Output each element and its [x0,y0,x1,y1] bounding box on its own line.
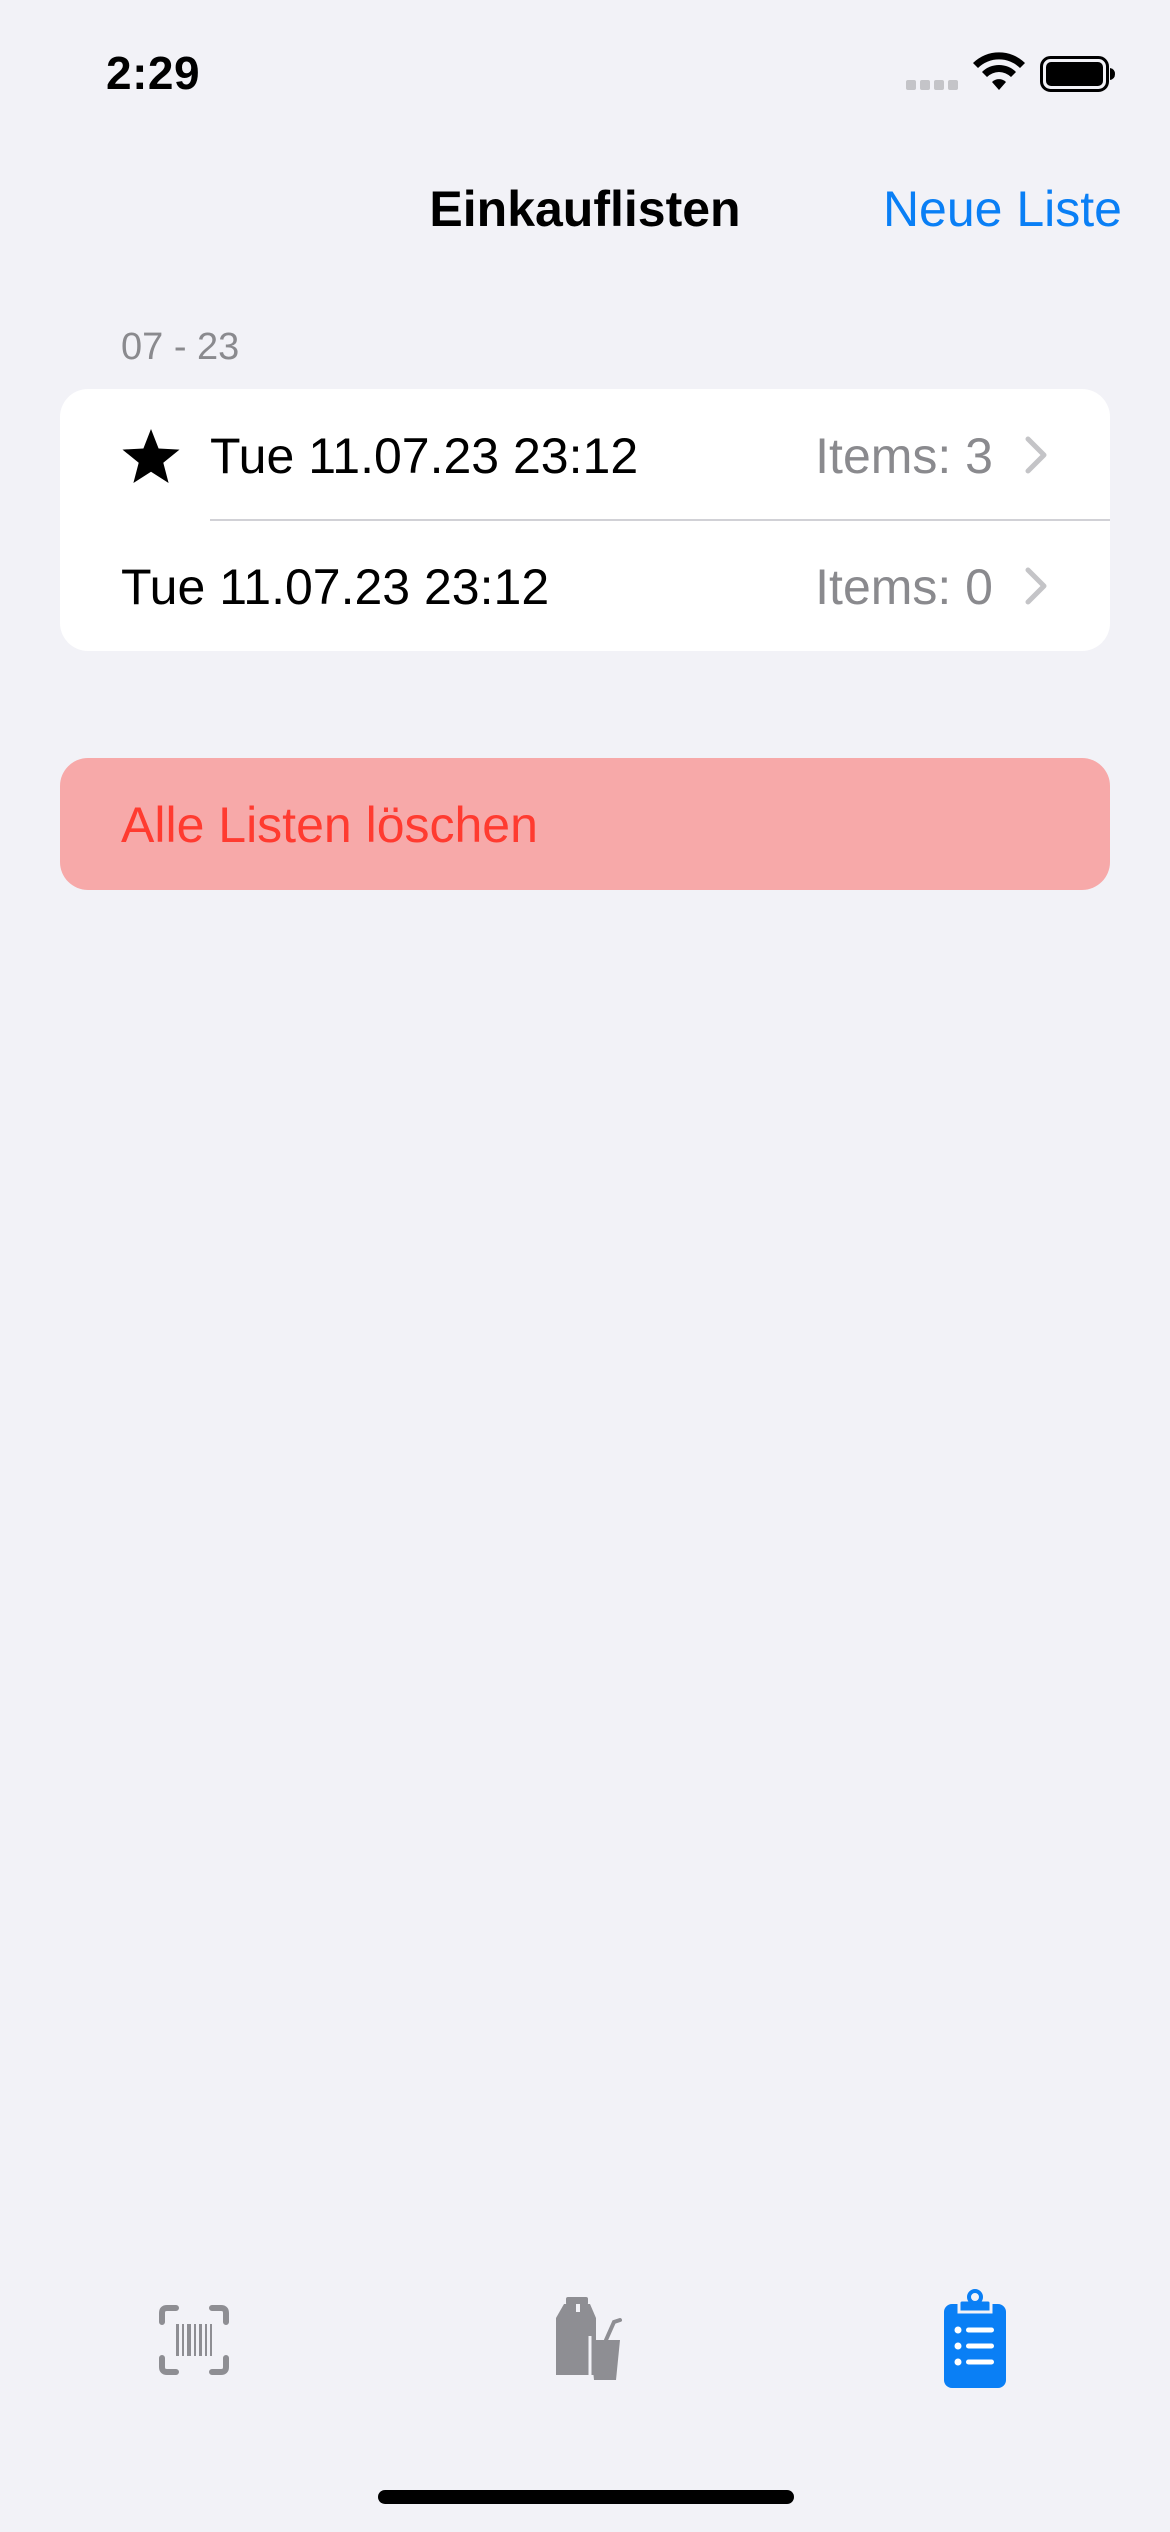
navigation-bar: Einkauflisten Neue Liste [0,160,1170,256]
star-icon [122,429,180,483]
delete-all-lists-label: Alle Listen löschen [121,797,538,853]
new-list-button[interactable]: Neue Liste [883,180,1122,238]
clipboard-list-icon [944,2289,1006,2388]
home-indicator [378,2490,794,2504]
wifi-icon [973,52,1025,90]
tab-shopping-lists[interactable] [914,2280,1034,2400]
status-time: 2:29 [106,47,201,99]
status-bar: 2:29 [0,0,1170,140]
battery-icon [1040,56,1115,92]
tab-products[interactable] [526,2280,646,2400]
delete-all-lists-button[interactable]: Alle Listen löschen [60,758,1110,890]
tab-scanner[interactable] [134,2280,254,2400]
tab-bar [0,2280,1170,2400]
barcode-scan-icon [159,2305,229,2375]
section-header: 07 - 23 [121,326,240,368]
list-item[interactable]: Tue 11.07.23 23:12 Items: 3 [60,389,1110,521]
list-item-count: Items: 3 [815,428,993,484]
list-item-count: Items: 0 [815,559,993,615]
cellular-signal-icon [906,80,958,90]
chevron-right-icon [1025,567,1047,605]
list-item[interactable]: Tue 11.07.23 23:12 Items: 0 [60,520,1110,651]
screen: 2:29 Einkauflisten Neue Liste 07 - 23 Tu… [0,0,1170,2532]
shopping-list-group: Tue 11.07.23 23:12 Items: 3 Tue 11.07.23… [60,389,1110,651]
list-item-title: Tue 11.07.23 23:12 [121,559,550,615]
chevron-right-icon [1025,436,1047,474]
list-item-title: Tue 11.07.23 23:12 [210,428,639,484]
grocery-products-icon [556,2297,622,2380]
